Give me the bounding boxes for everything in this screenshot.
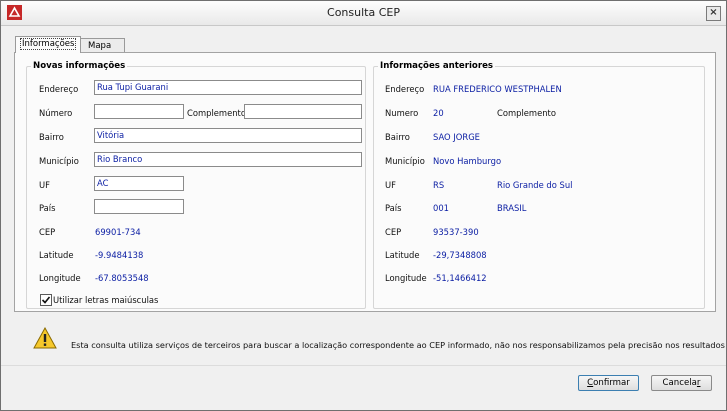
label-cep: CEP (39, 227, 56, 237)
warning-icon (33, 327, 57, 349)
cancel-button[interactable]: Cancelar (651, 375, 712, 391)
label-latitude: Latitude (39, 250, 74, 260)
municipio-field[interactable]: Rio Branco (94, 152, 362, 167)
endereco-field[interactable]: Rua Tupi Guarani (94, 80, 362, 95)
latitude-value: -9.9484138 (95, 250, 144, 260)
group-title-novas: Novas informações (31, 61, 128, 71)
prev-label-uf: UF (385, 180, 396, 190)
close-icon: × (709, 7, 718, 18)
title-bar: Consulta CEP × (1, 1, 726, 26)
label-bairro: Bairro (39, 132, 64, 142)
bairro-field[interactable]: Vitória (94, 128, 362, 143)
prev-uf-value: RS (433, 180, 445, 190)
label-pais: País (39, 203, 56, 213)
label-uf: UF (39, 180, 50, 190)
pais-field[interactable] (94, 199, 184, 214)
prev-label-pais: País (385, 203, 402, 213)
longitude-value: -67.8053548 (95, 273, 149, 283)
prev-pais-nome-value: BRASIL (497, 203, 527, 213)
label-numero: Número (39, 108, 73, 118)
label-complemento: Complemento (187, 108, 246, 118)
prev-bairro-value: SAO JORGE (433, 132, 480, 142)
complemento-field[interactable] (244, 104, 362, 119)
prev-cep-value: 93537-390 (433, 227, 479, 237)
tab-informacoes[interactable]: Informações (15, 36, 82, 53)
tab-panel: Novas informações Endereço Rua Tupi Guar… (14, 52, 716, 312)
prev-label-latitude: Latitude (385, 250, 420, 260)
notice-text: Esta consulta utiliza serviços de tercei… (71, 340, 727, 350)
prev-municipio-value: Novo Hamburgo (433, 156, 502, 166)
prev-label-endereco: Endereço (385, 84, 425, 94)
prev-latitude-value: -29,7348808 (433, 250, 487, 260)
prev-label-municipio: Município (385, 156, 425, 166)
label-endereco: Endereço (39, 84, 79, 94)
prev-label-longitude: Longitude (385, 273, 427, 283)
confirm-button[interactable]: Confirmar (578, 375, 639, 391)
prev-numero-value: 20 (433, 108, 444, 118)
prev-label-complemento: Complemento (497, 108, 556, 118)
check-icon (41, 296, 51, 304)
close-button[interactable]: × (706, 6, 721, 21)
prev-label-cep: CEP (385, 227, 402, 237)
uppercase-checkbox[interactable] (40, 294, 52, 306)
prev-endereco-value: RUA FREDERICO WESTPHALEN (433, 84, 562, 94)
uppercase-checkbox-label[interactable]: Utilizar letras maiúsculas (53, 295, 158, 305)
notice-box: Esta consulta utiliza serviços de tercei… (15, 319, 727, 363)
tab-mapa[interactable]: Mapa (76, 38, 125, 52)
prev-pais-value: 001 (433, 203, 449, 213)
footer-separator (1, 365, 726, 366)
group-title-anteriores: Informações anteriores (378, 61, 496, 71)
prev-label-bairro: Bairro (385, 132, 410, 142)
label-longitude: Longitude (39, 273, 81, 283)
label-municipio: Município (39, 156, 79, 166)
prev-uf-nome-value: Rio Grande do Sul (497, 180, 573, 190)
cep-value: 69901-734 (95, 227, 141, 237)
numero-field[interactable] (94, 104, 184, 119)
prev-longitude-value: -51,1466412 (433, 273, 487, 283)
prev-label-numero: Numero (385, 108, 419, 118)
window-title: Consulta CEP (327, 6, 400, 19)
dialog-window: Consulta CEP × Informações Mapa Novas in… (0, 0, 727, 411)
uf-field[interactable]: AC (94, 176, 184, 191)
